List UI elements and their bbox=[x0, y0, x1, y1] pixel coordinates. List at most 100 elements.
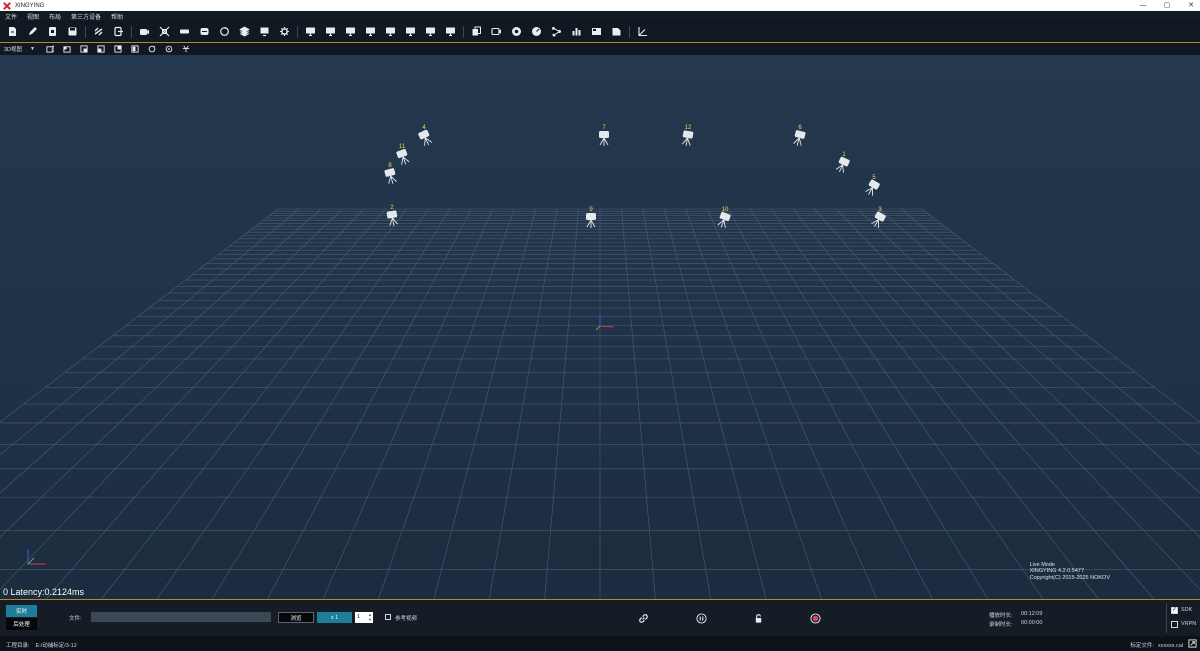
rig-button[interactable] bbox=[197, 25, 211, 39]
gauge-button[interactable] bbox=[529, 25, 543, 39]
front-view-button[interactable] bbox=[61, 44, 73, 54]
export-button[interactable] bbox=[111, 25, 125, 39]
refresh-icon bbox=[219, 27, 229, 36]
camera-id-label: 7 bbox=[602, 125, 606, 131]
rig-icon bbox=[200, 28, 208, 35]
monitor-button[interactable] bbox=[343, 25, 357, 39]
menu-help[interactable]: 帮助 bbox=[111, 12, 123, 21]
unlock-button[interactable] bbox=[752, 612, 764, 624]
title-bar: XINGYING — ▢ ✕ bbox=[0, 0, 1200, 11]
playback-speed-button[interactable]: x 1 bbox=[317, 612, 352, 623]
monitor-button[interactable] bbox=[363, 25, 377, 39]
open-folder-icon[interactable] bbox=[1188, 639, 1197, 648]
copy-button[interactable] bbox=[469, 25, 483, 39]
monitor-icon bbox=[445, 27, 455, 37]
camera-marker[interactable] bbox=[396, 148, 411, 167]
menu-layout[interactable]: 布局 bbox=[49, 12, 61, 21]
sdk-checkbox[interactable] bbox=[1171, 606, 1178, 614]
perspective-button[interactable] bbox=[44, 44, 56, 54]
menu-file[interactable]: 文件 bbox=[5, 12, 17, 21]
document-button[interactable] bbox=[609, 25, 623, 39]
open-file-button[interactable] bbox=[45, 25, 59, 39]
sdk-label: SDK bbox=[1181, 607, 1193, 613]
monitor-button[interactable] bbox=[443, 25, 457, 39]
browse-button[interactable]: 浏览 bbox=[278, 612, 314, 623]
calib-value: xxxxxx.cal bbox=[1157, 643, 1183, 649]
pause-button[interactable] bbox=[695, 612, 707, 624]
strip-button[interactable] bbox=[177, 25, 191, 39]
device-icon bbox=[260, 27, 268, 37]
origin-y-axis bbox=[595, 325, 601, 331]
camera-marker[interactable] bbox=[386, 210, 399, 227]
camera-marker[interactable] bbox=[599, 131, 609, 146]
monitor-button[interactable] bbox=[323, 25, 337, 39]
video-button[interactable] bbox=[489, 25, 503, 39]
window-title: XINGYING bbox=[15, 2, 45, 9]
maximize-button[interactable]: ▢ bbox=[1162, 0, 1172, 11]
project-path: 工程目录: E:/动捕标定/3-12 bbox=[6, 641, 77, 649]
reference-video-label: 参考视频 bbox=[395, 616, 418, 622]
camera-tripod-icon bbox=[681, 137, 691, 146]
device-button[interactable] bbox=[257, 25, 271, 39]
camera-marker[interactable] bbox=[681, 130, 694, 147]
link-button[interactable] bbox=[637, 612, 649, 624]
top-view-button[interactable] bbox=[95, 44, 107, 54]
camera-body-icon bbox=[794, 130, 806, 139]
camera-marker[interactable] bbox=[418, 129, 433, 147]
record-time-value: 00:00:00 bbox=[1021, 620, 1043, 626]
monitor-button[interactable] bbox=[403, 25, 417, 39]
app-window: XINGYING — ▢ ✕ 文件 视图 布局 第三方设备 帮助 3D视图 ▼ … bbox=[0, 0, 1200, 651]
rotate-button[interactable] bbox=[146, 44, 158, 54]
camera-marker[interactable] bbox=[864, 179, 880, 197]
refresh-button[interactable] bbox=[217, 25, 231, 39]
edit-pen-icon bbox=[28, 27, 37, 35]
layers-button[interactable] bbox=[237, 25, 251, 39]
link-icon bbox=[638, 613, 648, 623]
menu-third-party[interactable]: 第三方设备 bbox=[71, 12, 101, 21]
record-button[interactable] bbox=[809, 612, 821, 624]
skeleton-view-button[interactable] bbox=[180, 44, 192, 54]
file-path-input[interactable] bbox=[91, 612, 271, 622]
camera-id-label: 1 bbox=[842, 152, 846, 158]
perspective-icon bbox=[46, 45, 54, 53]
bar-chart-button[interactable] bbox=[569, 25, 583, 39]
camera-marker[interactable] bbox=[835, 156, 850, 174]
3d-viewport[interactable]: 4 11 8 2 7 9 12 10 6 1 5 3 0 Latency:0.2124ms Live … bbox=[0, 55, 1200, 599]
close-button[interactable]: ✕ bbox=[1186, 0, 1196, 11]
monitor-button[interactable] bbox=[303, 25, 317, 39]
menu-view[interactable]: 视图 bbox=[27, 12, 39, 21]
record-button[interactable] bbox=[509, 25, 523, 39]
reference-video-checkbox[interactable] bbox=[385, 614, 391, 620]
save-button[interactable] bbox=[65, 25, 79, 39]
stepper-arrows-icon[interactable]: ▲ ▼ bbox=[368, 612, 372, 622]
monitor-icon bbox=[425, 27, 435, 37]
gear-button[interactable] bbox=[277, 25, 291, 39]
view-select[interactable]: 3D视图 ▼ bbox=[4, 45, 38, 53]
marker-button[interactable] bbox=[163, 44, 175, 54]
main-toolbar bbox=[0, 21, 1200, 42]
focus-button[interactable] bbox=[157, 25, 171, 39]
camera-button[interactable] bbox=[137, 25, 151, 39]
live-mode-button[interactable]: 实时 bbox=[6, 605, 37, 617]
link-button[interactable] bbox=[91, 25, 105, 39]
post-process-button[interactable]: 后处理 bbox=[6, 618, 37, 630]
axis-button[interactable] bbox=[635, 25, 649, 39]
camera-marker[interactable] bbox=[792, 130, 806, 147]
bottom-view-button[interactable] bbox=[129, 44, 141, 54]
edit-pen-button[interactable] bbox=[25, 25, 39, 39]
back-view-button[interactable] bbox=[112, 44, 124, 54]
monitor-button[interactable] bbox=[423, 25, 437, 39]
monitor-icon bbox=[365, 27, 375, 37]
camera-id-label: 12 bbox=[685, 125, 692, 131]
monitor-button[interactable] bbox=[383, 25, 397, 39]
panel-button[interactable] bbox=[589, 25, 603, 39]
new-file-icon bbox=[8, 27, 16, 36]
frame-step-stepper[interactable]: 1 ▲ ▼ bbox=[355, 612, 373, 623]
camera-marker[interactable] bbox=[384, 168, 398, 185]
new-file-button[interactable] bbox=[5, 25, 19, 39]
minimize-button[interactable]: — bbox=[1138, 0, 1148, 11]
vrpn-checkbox[interactable] bbox=[1171, 621, 1178, 628]
side-view-button[interactable] bbox=[78, 44, 90, 54]
monitor-icon bbox=[405, 27, 415, 37]
skeleton-button[interactable] bbox=[549, 25, 563, 39]
